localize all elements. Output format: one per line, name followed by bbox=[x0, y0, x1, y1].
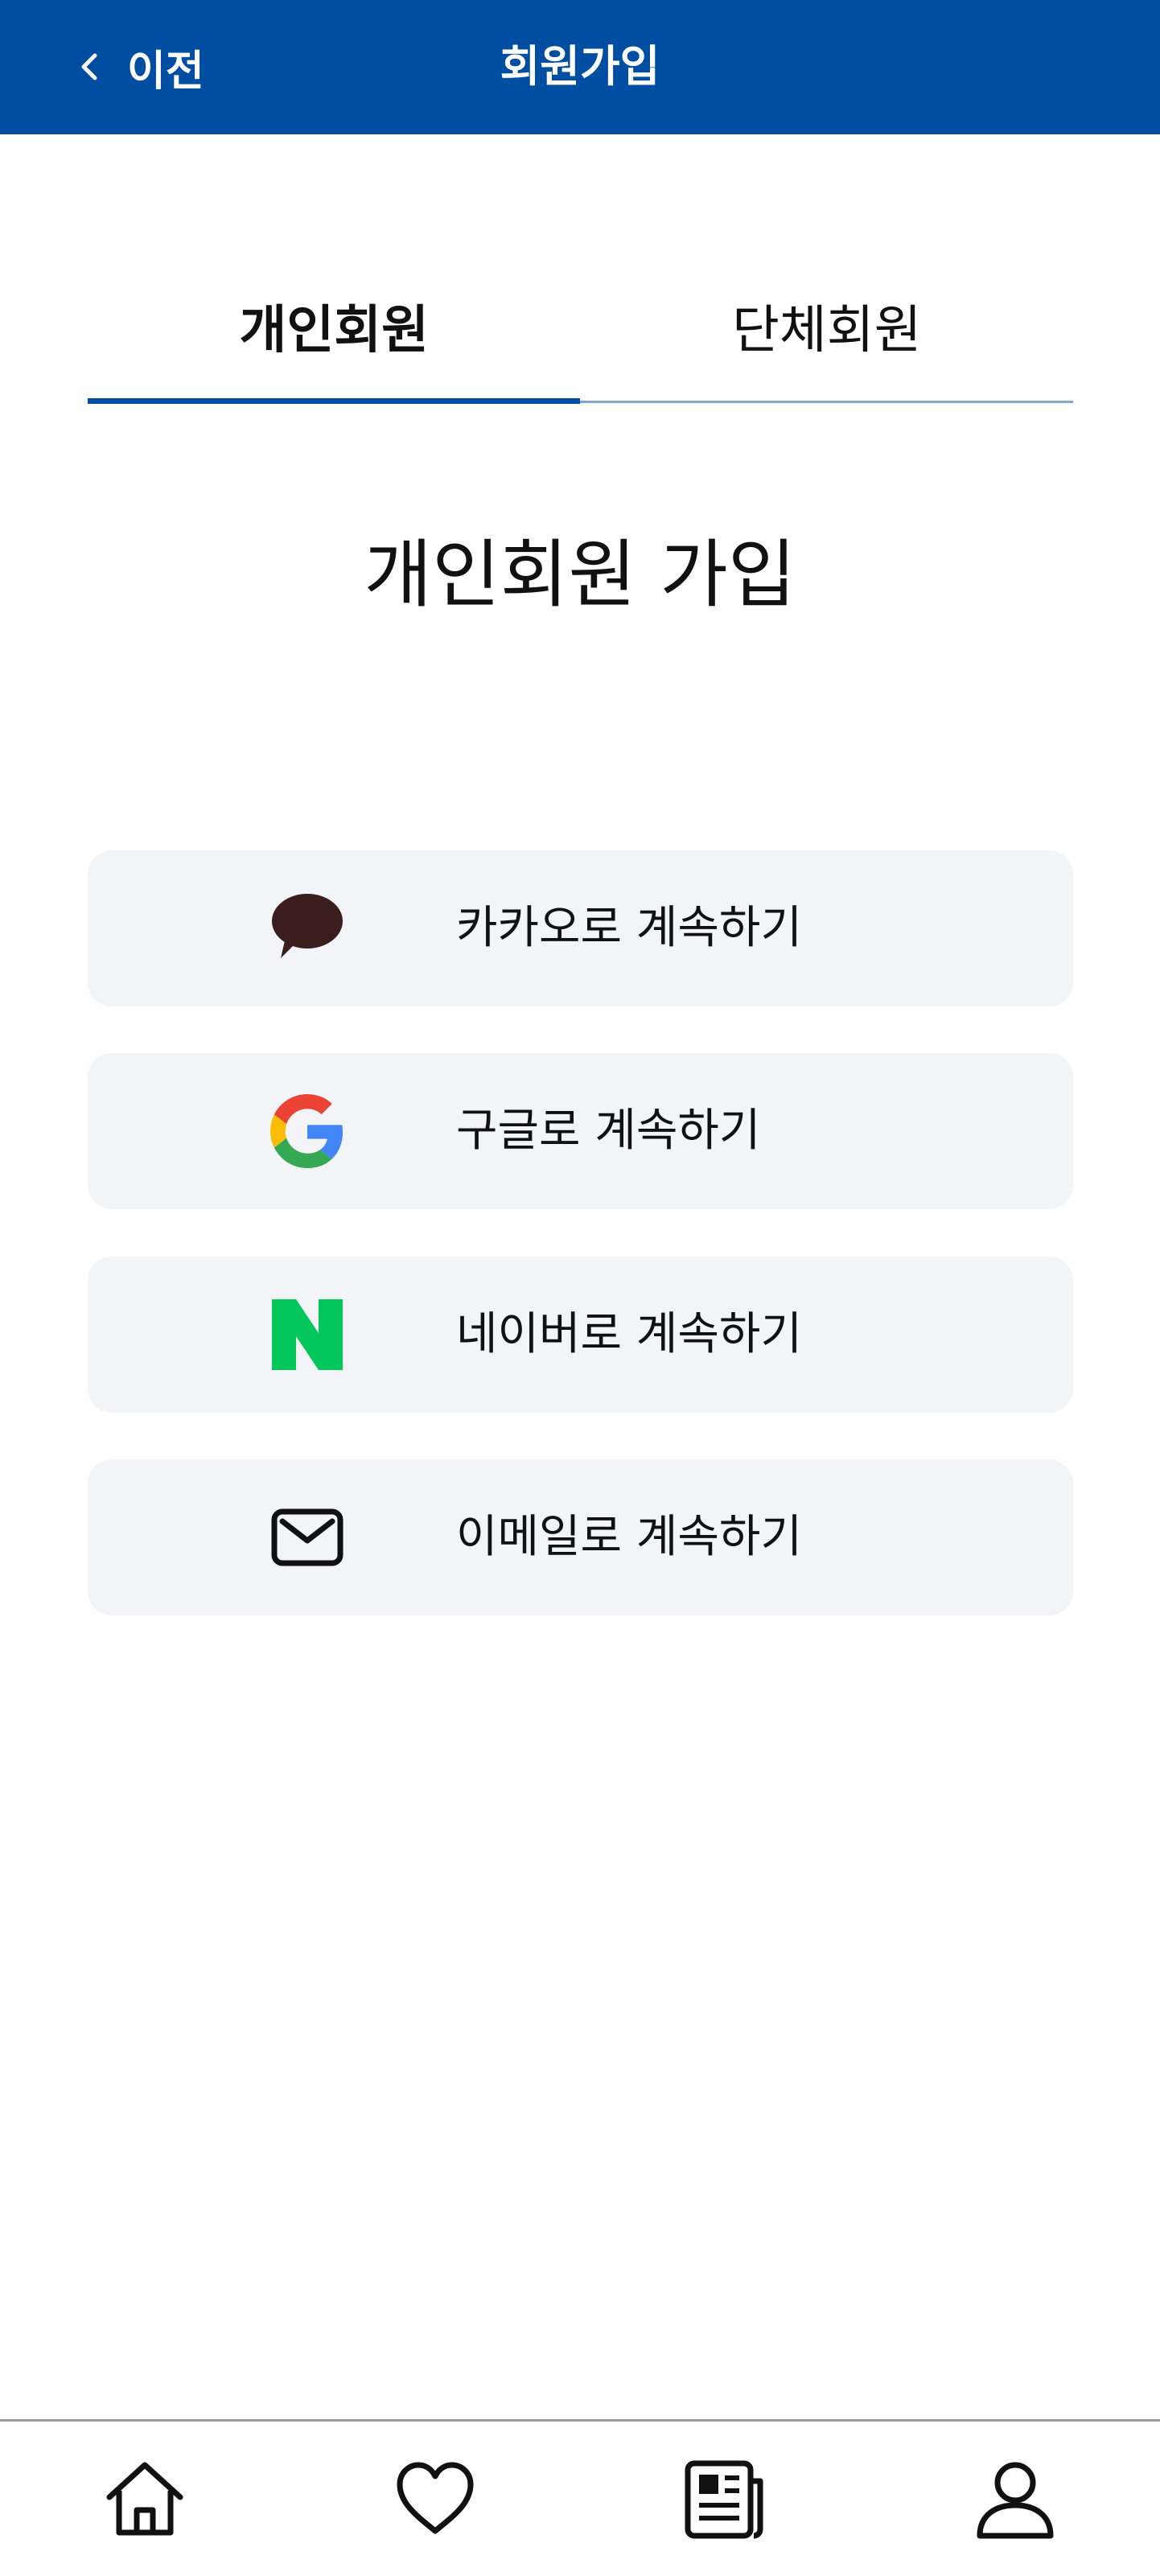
page-title: 회원가입 bbox=[500, 41, 660, 92]
email-login-button[interactable]: 이메일로 계속하기 bbox=[88, 1459, 1073, 1615]
naver-n-icon bbox=[269, 1297, 345, 1372]
envelope-icon bbox=[269, 1500, 345, 1575]
naver-login-button[interactable]: 네이버로 계속하기 bbox=[88, 1257, 1073, 1413]
nav-home[interactable] bbox=[88, 2442, 201, 2555]
newspaper-icon bbox=[685, 2460, 763, 2539]
kakao-login-button[interactable]: 카카오로 계속하기 bbox=[88, 850, 1073, 1006]
kakao-login-label: 카카오로 계속하기 bbox=[456, 902, 802, 954]
app-header: 이전 회원가입 bbox=[0, 0, 1160, 134]
tab-group[interactable]: 단체회원 bbox=[581, 274, 1074, 378]
user-icon bbox=[977, 2462, 1054, 2539]
bottom-nav bbox=[0, 2422, 1160, 2576]
google-login-label: 구글로 계속하기 bbox=[456, 1105, 761, 1157]
section-title: 개인회원 가입 bbox=[364, 532, 796, 618]
email-login-label: 이메일로 계속하기 bbox=[456, 1511, 802, 1563]
nav-profile[interactable] bbox=[959, 2442, 1072, 2555]
google-g-icon bbox=[269, 1093, 345, 1169]
nav-favorites[interactable] bbox=[379, 2442, 492, 2555]
kakao-speech-bubble-icon bbox=[269, 891, 345, 966]
tab-active-indicator bbox=[88, 398, 580, 404]
home-icon bbox=[106, 2462, 183, 2536]
member-type-tabs: 개인회원 단체회원 bbox=[88, 274, 1073, 405]
tab-individual[interactable]: 개인회원 bbox=[88, 274, 581, 378]
google-login-button[interactable]: 구글로 계속하기 bbox=[88, 1053, 1073, 1209]
naver-login-label: 네이버로 계속하기 bbox=[456, 1308, 802, 1360]
heart-icon bbox=[397, 2462, 474, 2534]
nav-news[interactable] bbox=[668, 2442, 781, 2555]
